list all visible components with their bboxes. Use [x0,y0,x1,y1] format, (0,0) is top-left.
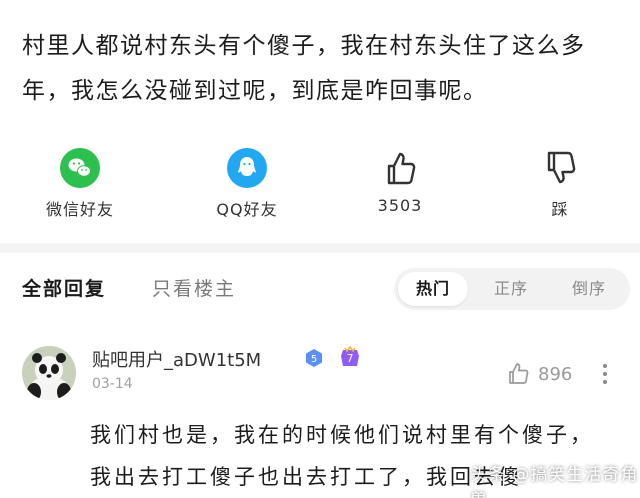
share-wechat-button[interactable]: 微信好友 [25,148,135,220]
sort-hot-button[interactable]: 热门 [398,272,468,306]
share-qq-button[interactable]: QQ好友 [192,148,302,220]
like-post-button[interactable]: 3503 [345,148,455,215]
thumbs-up-icon[interactable] [507,362,531,386]
post-text: 村里人都说村东头有个傻子，我在村东头住了这么多年，我怎么没碰到过呢，到底是咋回事… [22,33,586,104]
dislike-label: 踩 [551,200,569,219]
tab-author-only[interactable]: 只看楼主 [152,274,236,301]
tab-all-replies[interactable]: 全部回复 [22,274,106,301]
member-level-number: 7 [347,352,354,365]
more-vertical-icon[interactable] [598,360,612,388]
sort-ascending-button[interactable]: 正序 [476,272,546,306]
thumbs-down-icon [547,151,576,184]
wechat-icon [60,148,100,188]
share-qq-label: QQ好友 [216,200,278,219]
comment-username[interactable]: 贴吧用户_aDW1t5M [92,346,261,372]
reply-tabs: 全部回复 只看楼主 热门 正序 倒序 [0,268,640,310]
sort-toggle: 热门 正序 倒序 [394,268,630,310]
avatar[interactable] [22,346,76,400]
share-wechat-label: 微信好友 [45,200,114,219]
thumbs-up-icon [387,152,416,185]
level-badge-icon: 5 [306,349,322,367]
level-number: 5 [311,354,317,365]
qq-icon [227,148,267,188]
watermark: 头条 @搞笑生活奇角兽 [470,465,639,498]
post-like-count: 3503 [377,196,423,215]
dislike-post-button[interactable]: 踩 [505,148,615,220]
sort-descending-button[interactable]: 倒序 [554,272,624,306]
member-badge-icon: 7 [341,346,359,366]
share-bar: 微信好友 QQ好友 3503 踩 [0,148,640,228]
comment-date: 03-14 [92,376,133,392]
panda-avatar-image [22,346,76,400]
section-divider [0,243,640,253]
comment-like-count: 896 [538,364,573,385]
